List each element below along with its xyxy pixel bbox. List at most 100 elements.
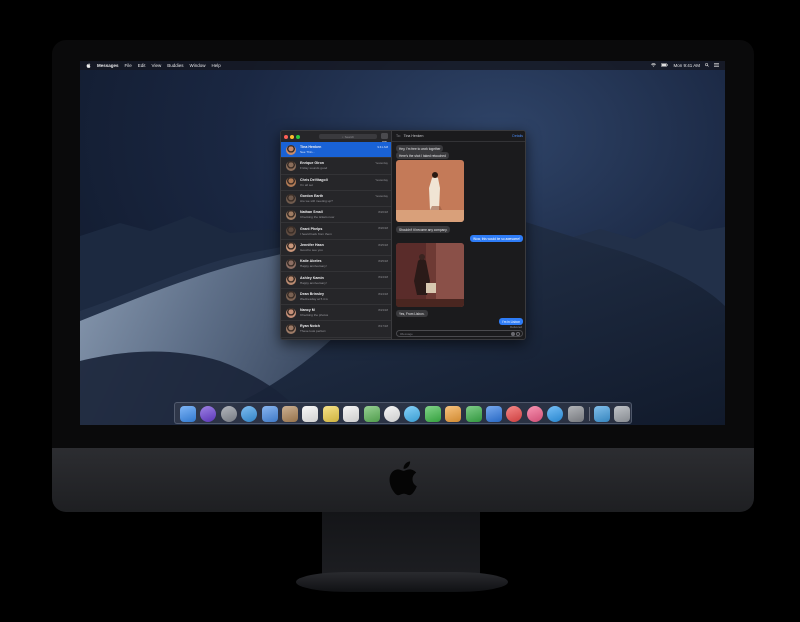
conversation-name: Jennifer Hasn	[300, 242, 324, 247]
app-store-icon[interactable]	[547, 406, 564, 422]
conversation-item[interactable]: Ashley Kamin Happy anniversary! 8/24/18	[281, 272, 391, 289]
menu-help[interactable]: Help	[212, 63, 221, 68]
messages-icon[interactable]	[404, 406, 421, 422]
menu-app-name[interactable]: Messages	[97, 63, 119, 68]
conversation-text: Nancy M Checking the photos	[300, 308, 388, 317]
search-field[interactable]: ⌕ Search	[319, 134, 377, 139]
calendar-icon[interactable]	[302, 406, 319, 422]
conversation-item[interactable]: Tina Henken See Thin... 9:41 AM	[281, 142, 391, 159]
siri-icon[interactable]	[200, 406, 217, 422]
menu-file[interactable]: File	[125, 63, 132, 68]
conversation-date: Yesterday	[375, 177, 388, 182]
conversation-item[interactable]: Katie Abeles Happy anniversary! 8/25/18	[281, 256, 391, 273]
conversation-date: 8/17/18	[378, 324, 388, 329]
conversation-item[interactable]: Nancy M Checking the photos 8/23/18	[281, 305, 391, 322]
window-titlebar: ⌕ Search	[281, 131, 391, 145]
microphone-icon[interactable]	[516, 332, 520, 337]
avatar	[286, 291, 296, 302]
spotlight-icon[interactable]	[705, 63, 709, 68]
close-window-button[interactable]	[284, 134, 288, 139]
delivered-status: Delivered	[510, 324, 522, 329]
photo-attachment[interactable]	[396, 243, 464, 307]
conversation-preview: Checking the photos	[300, 313, 329, 318]
photo-attachment[interactable]	[396, 160, 464, 222]
message-bubble-sent[interactable]: Wow, this would be so awesome!	[470, 235, 523, 242]
launchpad-icon[interactable]	[220, 406, 237, 422]
conversation-item[interactable]: Grant Phelps I heard back from them 8/26/1…	[281, 223, 391, 240]
conversation-date: 8/24/18	[378, 275, 388, 280]
conversation-text: Ryan Notch These look perfect	[300, 324, 388, 333]
mail-icon[interactable]	[261, 406, 278, 422]
message-bubble[interactable]: Shouldn't it become any company.	[396, 226, 451, 233]
keynote-icon[interactable]	[486, 406, 502, 422]
conversation-item[interactable]: Gordon Earth Are we still meeting up? Yest…	[281, 191, 391, 208]
conversation-name: Nathan Small	[300, 210, 323, 215]
message-input[interactable]: iMessage	[396, 330, 523, 337]
facetime-icon[interactable]	[424, 406, 441, 422]
music-icon[interactable]	[526, 406, 543, 422]
conversation-item[interactable]: Nathan Small Checking the tickets now 8/26…	[281, 207, 391, 224]
avatar	[286, 307, 296, 318]
photos-icon[interactable]	[384, 406, 400, 422]
keynote-like-icon[interactable]	[445, 406, 462, 422]
avatar	[286, 323, 296, 334]
conversation-date: 8/24/18	[378, 291, 388, 296]
dock-separator	[589, 407, 590, 421]
conversation-item[interactable]: Enrique Giron Friday sounds good Yesterday	[281, 158, 391, 175]
message-bubble[interactable]: Yes, From Lisbon.	[396, 310, 428, 317]
notification-center-icon[interactable]	[714, 63, 719, 68]
conversation-date: Yesterday	[375, 161, 388, 166]
reminders-icon[interactable]	[343, 406, 360, 422]
conversation-text: Tina Henken See Thin...	[300, 145, 388, 154]
menu-edit[interactable]: Edit	[138, 63, 146, 68]
message-bubble[interactable]: Hey, I'm free to work together	[396, 145, 444, 152]
details-button[interactable]: Details	[512, 134, 523, 138]
avatar	[286, 160, 296, 171]
recipient-name[interactable]: Tina Henken	[404, 134, 424, 138]
news-icon[interactable]	[506, 406, 523, 422]
notes-icon[interactable]	[322, 406, 339, 422]
conversation-item[interactable]: Ryan Notch These look perfect 8/17/18	[281, 321, 391, 338]
avatar	[286, 226, 296, 237]
chat-pane: To: Tina Henken Details Hey, I'm free to…	[392, 131, 525, 339]
menu-bar: Messages File Edit View Buddies Window H…	[80, 61, 725, 70]
menu-window[interactable]: Window	[190, 63, 206, 68]
conversation-name: Dean Brinsley	[300, 291, 324, 296]
conversation-preview: I'm all set	[300, 182, 313, 187]
system-preferences-icon[interactable]	[567, 406, 584, 422]
apple-logo-icon	[389, 461, 417, 496]
menubar-clock[interactable]: Mon 9:41 AM	[673, 63, 700, 68]
minimize-window-button[interactable]	[290, 134, 294, 139]
conversation-item[interactable]: Jennifer Hasn Good to see you 8/25/18	[281, 240, 391, 257]
dock	[174, 402, 632, 424]
battery-icon[interactable]	[661, 63, 669, 68]
wifi-icon[interactable]	[651, 63, 657, 68]
menu-view[interactable]: View	[152, 63, 162, 68]
conversation-item[interactable]: Dean Brinsley Wednesday at 5 it is 8/24/18	[281, 289, 391, 305]
conversation-name: Grant Phelps	[300, 226, 323, 231]
avatar	[286, 177, 296, 188]
numbers-icon[interactable]	[465, 406, 482, 422]
trash-icon[interactable]	[614, 406, 631, 422]
emoji-icon[interactable]	[511, 332, 515, 337]
conversation-preview: I heard back from them	[300, 231, 332, 236]
avatar	[286, 209, 296, 220]
maps-icon[interactable]	[363, 406, 380, 422]
downloads-folder-icon[interactable]	[594, 406, 610, 422]
conversation-name: Ashley Kamin	[300, 275, 324, 280]
safari-icon[interactable]	[241, 406, 258, 422]
conversation-date: 9:41 AM	[377, 145, 388, 149]
imac-stand-foot	[296, 572, 508, 592]
zoom-window-button[interactable]	[296, 134, 300, 139]
conversation-preview: Happy anniversary!	[300, 280, 327, 285]
contacts-icon[interactable]	[282, 406, 298, 422]
apple-menu-icon[interactable]	[86, 63, 91, 68]
conversation-item[interactable]: Chris DeVitagoli I'm all set Yesterday	[281, 175, 391, 191]
menu-buddies[interactable]: Buddies	[167, 63, 183, 68]
conversation-name: Nancy M	[300, 308, 315, 313]
message-bubble[interactable]: Here's the shot I taked retouched	[396, 152, 449, 159]
compose-button[interactable]	[381, 133, 388, 145]
finder-icon[interactable]	[180, 406, 196, 422]
conversation-text: Katie Abeles Happy anniversary!	[300, 259, 388, 268]
desktop-screen: Messages File Edit View Buddies Window H…	[80, 61, 725, 425]
